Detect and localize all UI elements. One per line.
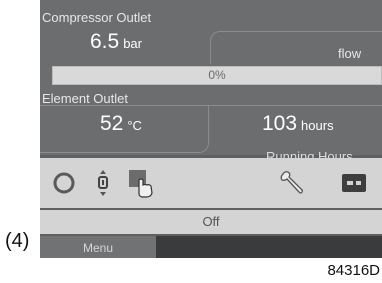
icon-bar <box>40 158 382 208</box>
running-hours-reading: 103 hours <box>262 112 334 136</box>
menu-button[interactable]: Menu <box>40 236 156 258</box>
status-text: Off <box>202 214 220 229</box>
hand-touch-icon[interactable] <box>126 168 156 198</box>
figure-label: (4) <box>5 230 30 252</box>
compressor-outlet-unit: bar <box>123 36 142 51</box>
flow-progress-bar: 0% <box>52 66 382 85</box>
figure-code: 84316D <box>327 262 380 279</box>
flow-label: flow <box>338 46 362 61</box>
status-bar: Off <box>40 210 382 234</box>
pressure-adjust-icon[interactable] <box>88 168 118 198</box>
running-hours-value: 103 <box>262 112 298 135</box>
progress-percent: 0% <box>208 68 226 82</box>
status-circle-icon[interactable] <box>49 168 79 198</box>
measurement-panel: Compressor Outlet 6.5 bar flow 0% Element… <box>40 0 382 164</box>
compressor-outlet-reading: 6.5 bar <box>90 30 142 54</box>
controller-screen: Compressor Outlet 6.5 bar flow 0% Element… <box>40 0 382 258</box>
menu-bar: Menu <box>40 236 382 258</box>
running-hours-unit: hours <box>301 118 334 133</box>
element-outlet-reading: 52 °C <box>100 112 142 136</box>
message-icon[interactable] <box>339 168 369 198</box>
element-outlet-unit: °C <box>127 118 142 133</box>
wrench-icon[interactable] <box>276 168 306 198</box>
element-outlet-label: Element Outlet <box>42 91 128 106</box>
compressor-outlet-value: 6.5 <box>90 30 120 53</box>
compressor-outlet-label: Compressor Outlet <box>42 10 152 25</box>
element-outlet-value: 52 <box>100 112 124 135</box>
